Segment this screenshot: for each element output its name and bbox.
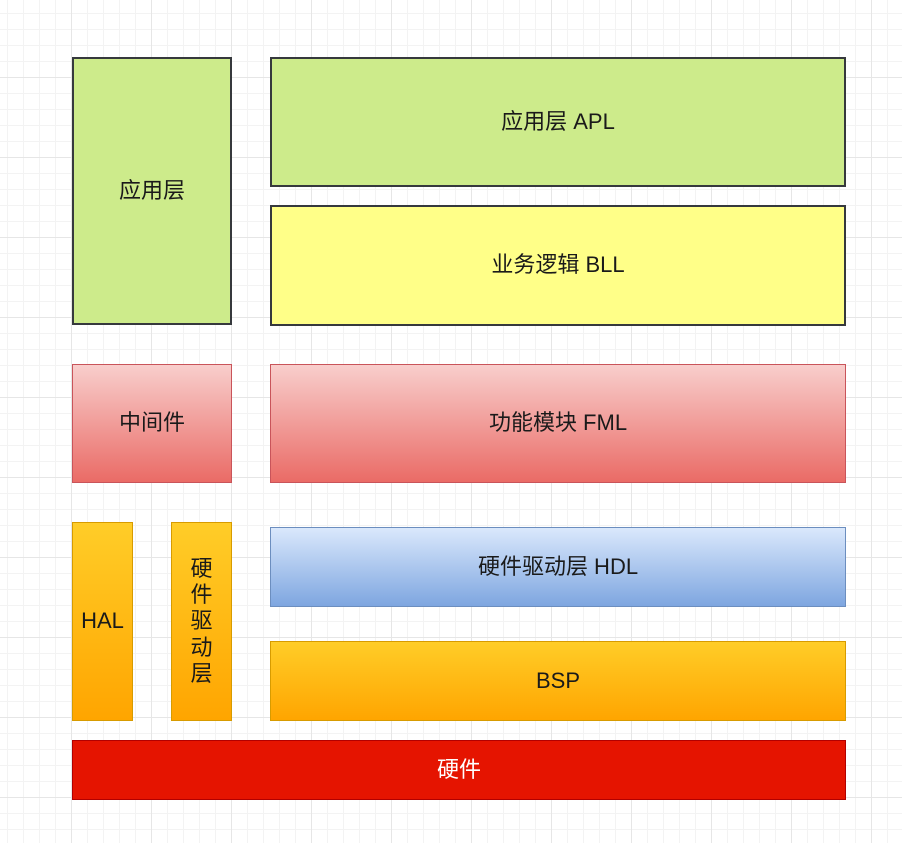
hal-block[interactable]: HAL xyxy=(72,522,133,721)
fml-label: 功能模块 FML xyxy=(488,410,628,436)
app-layer-block[interactable]: 应用层 xyxy=(72,57,232,325)
bsp-label: BSP xyxy=(535,667,581,693)
bll-label: 业务逻辑 BLL xyxy=(491,252,625,278)
hardware-label: 硬件 xyxy=(436,756,481,782)
apl-block[interactable]: 应用层 APL xyxy=(270,57,846,187)
bll-block[interactable]: 业务逻辑 BLL xyxy=(270,205,846,326)
hardware-block[interactable]: 硬件 xyxy=(72,740,846,800)
hal-label: HAL xyxy=(81,608,124,634)
driver-layer-block[interactable]: 硬件驱动层 xyxy=(171,522,232,721)
middleware-label: 中间件 xyxy=(118,410,185,436)
hdl-label: 硬件驱动层 HDL xyxy=(477,553,639,579)
bsp-block[interactable]: BSP xyxy=(270,641,846,721)
driver-layer-label: 硬件驱动层 xyxy=(190,555,213,687)
app-layer-label: 应用层 xyxy=(118,177,185,203)
hdl-block[interactable]: 硬件驱动层 HDL xyxy=(270,527,846,607)
middleware-block[interactable]: 中间件 xyxy=(72,364,232,483)
apl-label: 应用层 APL xyxy=(501,108,615,134)
fml-block[interactable]: 功能模块 FML xyxy=(270,364,846,483)
